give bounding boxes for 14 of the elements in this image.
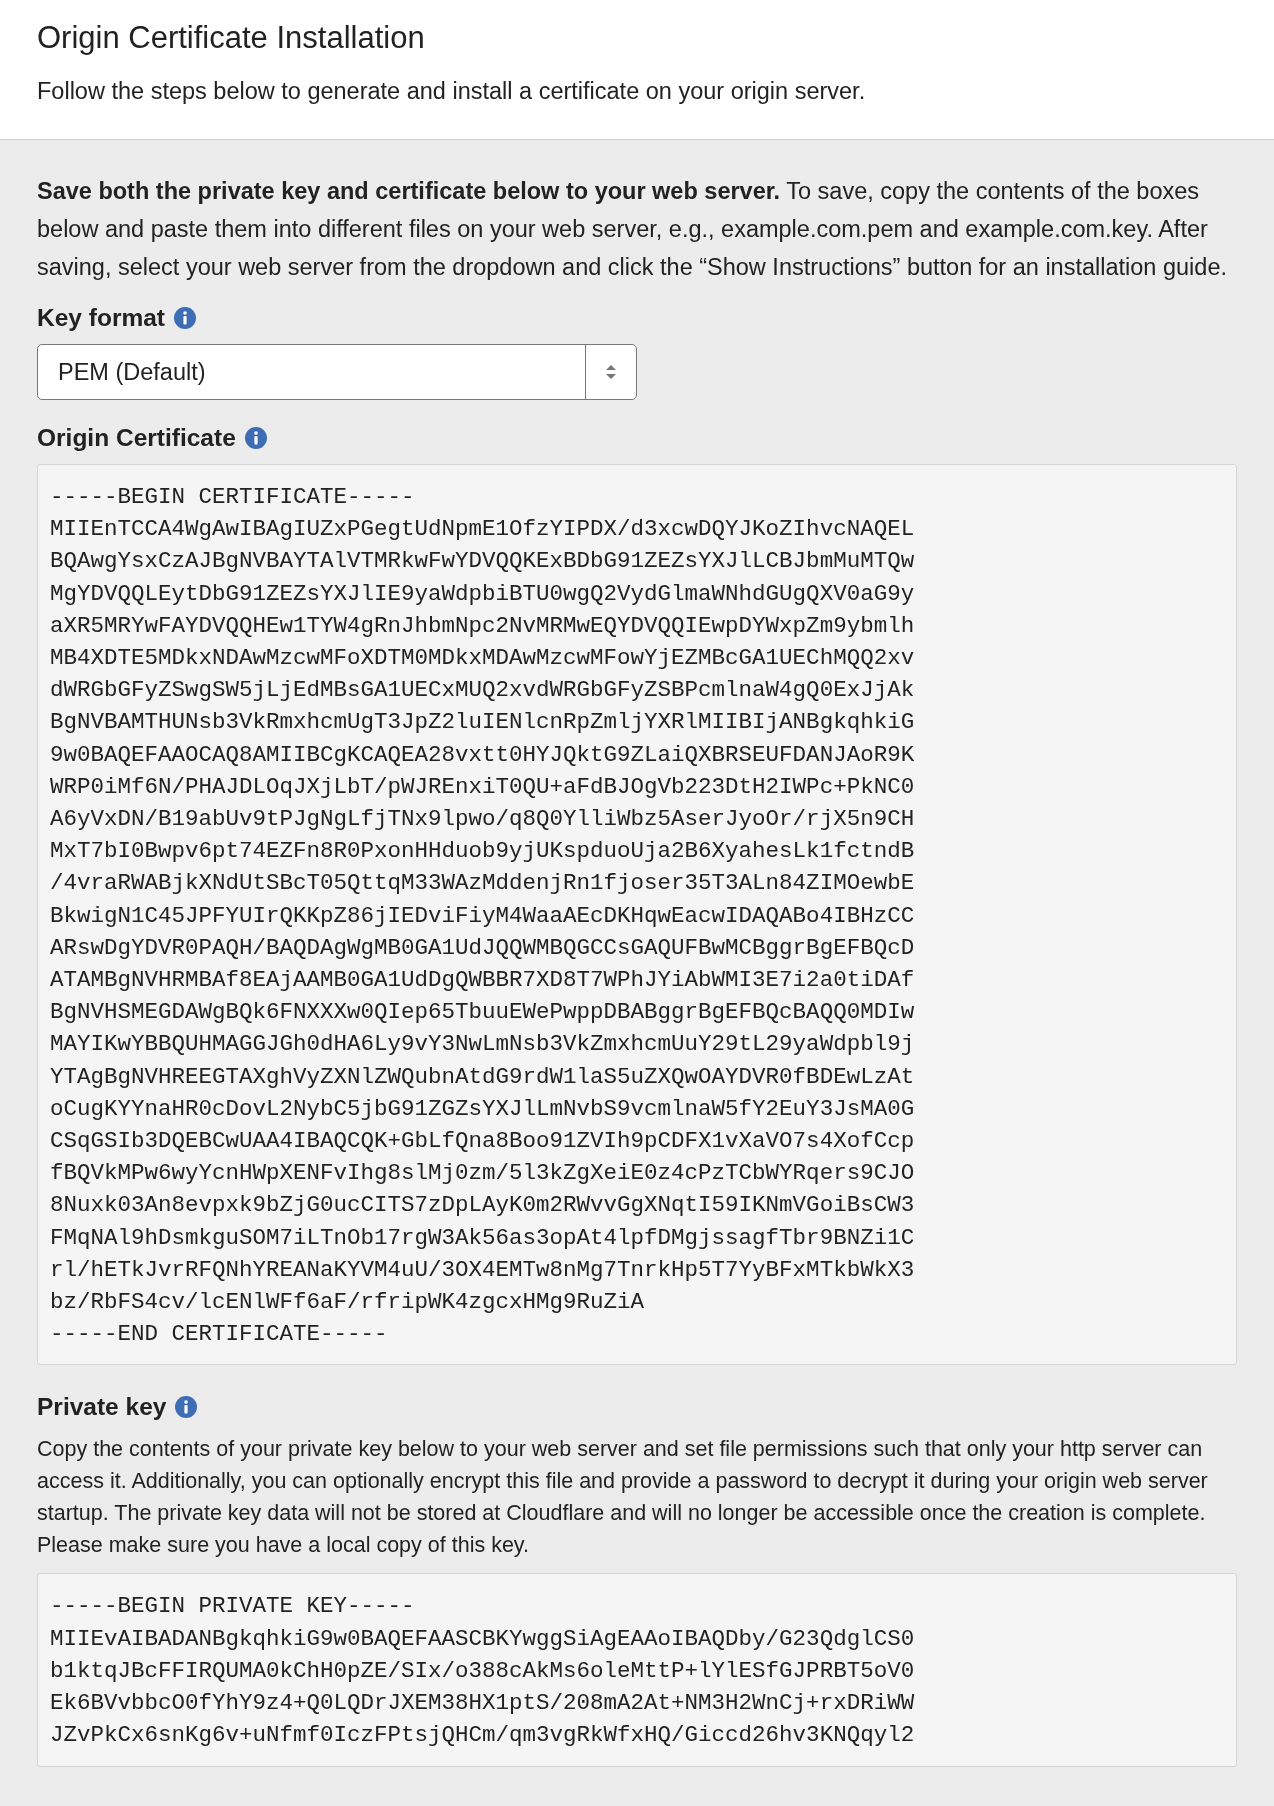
key-format-select[interactable]: PEM (Default) [37, 344, 637, 400]
page-title: Origin Certificate Installation [37, 20, 426, 56]
private-key-field[interactable]: -----BEGIN PRIVATE KEY----- MIIEvAIBADANBgkqhkiG9w0BAQEFAASCBKYwggSiAgEAAoIBAQDby/G23QdglCS0 b1ktqJBcFFIRQUMA0kChH0pZE/SIx/o388cAkMs6oleMttP+lYlESfGJPRBT5oV0 Ek6BVvbbcO0fYhY9z4+Q0LQDrJXEM38HX1ptS/208mA2At+NM3H2WnCj+rxDRiWW JZvPkCx6snKg6v+uNfmf0IczFPtsjQHCm/qm3vgRkWfxHQ/Giccd26hv3KNQqyl2 [37, 1573, 1237, 1767]
certificate-field[interactable]: -----BEGIN CERTIFICATE----- MIIEnTCCA4WgAwIBAgIUZxPGegtUdNpmE1OfzYIPDX/d3xcwDQYJKoZIhvcNAQEL BQAwgYsxCzAJBgNVBAYTAlVTMRkwFwYDVQQKExBDbG91ZEZsYXJlLCBJbmMuMTQw MgYDVQQLEytDbG91ZEZsYXJlIE9yaWdpbiBTU0wgQ2VydGlmaWNhdGUgQXV0aG9y aXR5MRYwFAYDVQQHEw1TYW4gRnJhbmNpc2NvMRMwEQYDVQQIEwpDYWxpZm9ybmlh MB4XDTE5MDkxNDAwMzcwMFoXDTM0MDkxMDAwMzcwMFowYjEZMBcGA1UEChMQQ2xv dWRGbGFyZSwgSW5jLjEdMBsGA1UECxMUQ2xvdWRGbGFyZSBPcmlnaW4gQ0ExJjAk BgNVBAMTHUNsb3VkRmxhcmUgT3JpZ2luIENlcnRpZmljYXRlMIIBIjANBgkqhkiG 9w0BAQEFAAOCAQ8AMIIBCgKCAQEA28vxtt0HYJQktG9ZLaiQXBRSEUFDANJAoR9K WRP0iMf6N/PHAJDLOqJXjLbT/pWJREnxiT0QU+aFdBJOgVb223DtH2IWPc+PkNC0 A6yVxDN/B19abUv9tPJgNgLfjTNx9lpwo/q8Q0YlliWbz5AserJyoOr/rjX5n9CH MxT7bI0Bwpv6pt74EZFn8R0PxonHHduob9yjUKspduoUja2B6XyahesLk1fctndB /4vraRWABjkXNdUtSBcT05QttqM33WAzMddenjRn1fjoser35T3ALn84ZIMOewbE BkwigN1C45JPFYUIrQKKpZ86jIEDviFiyM4WaaAEcDKHqwEacwIDAQABo4IBHzCC ARswDgYDVR0PAQH/BAQDAgWgMB0GA1UdJQQWMBQGCCsGAQUFBwMCBggrBgEFBQcD ATAMBgNVHRMBAf8EAjAAMB0GA1UdDgQWBBR7XD8T7WPhJYiAbWMI3E7i2a0tiDAf BgNVHSMEGDAWgBQk6FNXXXw0QIep65TbuuEWePwppDBABggrBgEFBQcBAQQ0MDIw MAYIKwYBBQUHMAGGJGh0dHA6Ly9vY3NwLmNsb3VkZmxhcmUuY29tL29yaWdpbl9j YTAgBgNVHREEGTAXghVyZXNlZWQubnAtdG9rdW1laS5uZXQwOAYDVR0fBDEwLzAt oCugKYYnaHR0cDovL2NybC5jbG91ZGZsYXJlLmNvbS9vcmlnaW5fY2EuY3JsMA0G CSqGSIb3DQEBCwUAA4IBAQCQK+GbLfQna8Boo91ZVIh9pCDFX1vXaVO7s4XofCcp fBQVkMPw6wyYcnHWpXENFvIhg8slMj0zm/5l3kZgXeiE0z4cPzTCbWYRqers9CJO 8Nuxk03An8evpxk9bZjG0ucCITS7zDpLAyK0m2RWvvGgXNqtI59IKNmVGoiBsCW3 FMqNAl9hDsmkguSOM7iLTnOb17rgW3Ak56as3opAt4lpfDMgjssagfTbr9BNZi1C rl/hETkJvrRFQNhYREANaKYVM4uU/3OX4EMTw8nMg7TnrkHp5T7YyBFxMTkbWkX3 bz/RbFS4cv/lcENlWFf6aF/rfripWK4zgcxHMg9RuZiA -----END CERTIFICATE----- [37, 464, 1237, 1366]
instructions-text: Save both the private key and certificate below to your web server. To save, copy the contents of the boxes below and paste them into different files on your web server, e.g., example.com.pem and example.com.key. After saving, select your web server from the dropdown and click the “Show Instructions” button for an installation guide. [37, 177, 1228, 282]
field-label: Origin Certificate [37, 424, 236, 452]
info-icon[interactable] [244, 427, 267, 449]
info-icon[interactable] [174, 307, 196, 329]
page-subtitle: Follow the steps below to generate and install a certificate on your origin server. [37, 78, 867, 105]
sort-arrows-icon [605, 362, 617, 382]
private-key-description: Copy the contents of your private key below to your web server and set file permissions such that only your http server can access it. Additionally, you can optionally encrypt this file and provide a password to decrypt it during your origin web server startup. The private key data will not be stored at Cloudflare and will no longer be accessible once the creation is complete. Please make sure you have a local copy of this key. [37, 1436, 1209, 1560]
info-icon[interactable] [175, 1396, 198, 1419]
field-label: Private key [37, 1393, 167, 1422]
field-label: Key format [37, 304, 165, 332]
